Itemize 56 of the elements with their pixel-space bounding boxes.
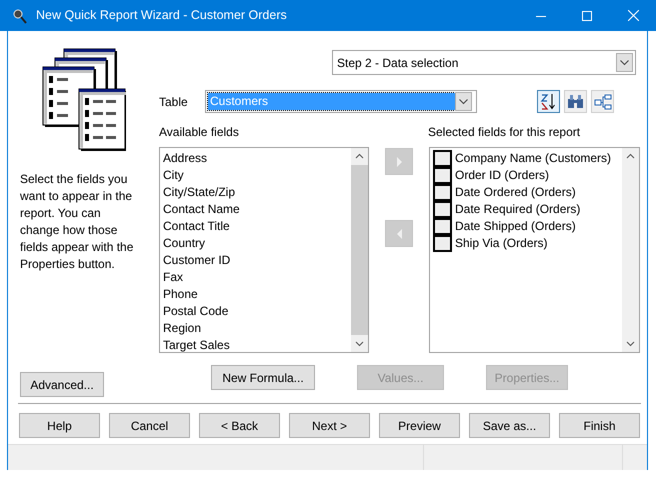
footer-button[interactable]: Next > — [289, 413, 370, 438]
footer-button[interactable]: Finish — [559, 413, 640, 438]
footer-button[interactable]: Save as... — [469, 413, 550, 438]
dropdown-value: Step 2 - Data selection — [337, 54, 458, 72]
list-item[interactable]: Ship Via (Orders) — [455, 235, 548, 252]
list-item[interactable]: Date Ordered (Orders) — [455, 184, 576, 201]
list-item[interactable]: Country — [163, 235, 348, 252]
close-icon — [628, 10, 638, 21]
footer-button[interactable]: Preview — [379, 413, 460, 438]
selected-fields-list[interactable]: Company Name (Customers) Order ID (Orders) Date Ordered (Orders) Date Required (Orders) Date Shipped (Orders) Ship Via (Orders) — [429, 147, 640, 353]
list-item[interactable]: Postal Code — [163, 303, 348, 320]
list-item[interactable]: City — [163, 167, 348, 184]
relations-icon — [594, 94, 612, 110]
dropdown-value: Customers — [208, 93, 455, 110]
list-item[interactable]: City/State/Zip — [163, 184, 348, 201]
list-item[interactable]: Order ID (Orders) — [455, 167, 550, 184]
list-item[interactable]: Contact Title — [163, 218, 348, 235]
list-item[interactable]: Fax — [163, 269, 348, 286]
checkbox[interactable] — [433, 218, 452, 235]
magnifier-icon — [12, 8, 28, 24]
list-item[interactable]: Address — [163, 150, 348, 167]
footer-button[interactable]: Help — [19, 413, 100, 438]
maximize-icon — [582, 10, 592, 20]
list-item[interactable]: Customer ID — [163, 252, 348, 269]
caret-icon — [455, 92, 472, 111]
scrollbar[interactable] — [622, 148, 639, 352]
checkbox[interactable] — [433, 201, 452, 218]
sort-icon — [540, 93, 557, 110]
footer-button[interactable]: Cancel — [109, 413, 190, 438]
checkbox[interactable] — [433, 184, 452, 201]
list-item[interactable]: Company Name (Customers) — [455, 150, 612, 167]
selected-fields-label: Selected fields for this report — [428, 124, 580, 141]
field-button[interactable]: New Formula... — [211, 365, 315, 390]
list-item[interactable]: Contact Name — [163, 201, 348, 218]
binoculars-icon — [567, 94, 584, 109]
description-text: Select the fields you want to appear in the report. You can change how those fields appear with the Properties button. — [20, 171, 134, 273]
table-label: Table — [159, 94, 189, 110]
available-fields-list[interactable]: Address City City/State/Zip Contact Name Contact Title Country Customer ID Fax Phone Postal Code Region Target Sales — [159, 147, 369, 353]
binoculars-button[interactable] — [564, 90, 587, 113]
list-item[interactable]: Phone — [163, 286, 348, 303]
step-dropdown[interactable]: Step 2 - Data selection — [332, 50, 636, 75]
list-item[interactable]: Date Shipped (Orders) — [455, 218, 576, 235]
list-item[interactable]: Date Required (Orders) — [455, 201, 580, 218]
relations-button[interactable] — [591, 90, 614, 113]
checkbox[interactable] — [433, 167, 452, 184]
caret-icon — [616, 53, 633, 72]
checkbox[interactable] — [433, 150, 452, 167]
list-item[interactable]: Region — [163, 320, 348, 337]
scrollbar[interactable] — [351, 148, 368, 352]
advanced-button[interactable]: Advanced... — [20, 372, 104, 397]
list-item[interactable]: Target Sales — [163, 337, 348, 354]
available-fields-label: Available fields — [159, 124, 240, 141]
footer-button[interactable]: < Back — [199, 413, 280, 438]
checkbox[interactable] — [433, 235, 452, 252]
sort-button[interactable] — [537, 90, 560, 113]
window-title: New Quick Report Wizard - Customer Orders — [36, 7, 287, 24]
